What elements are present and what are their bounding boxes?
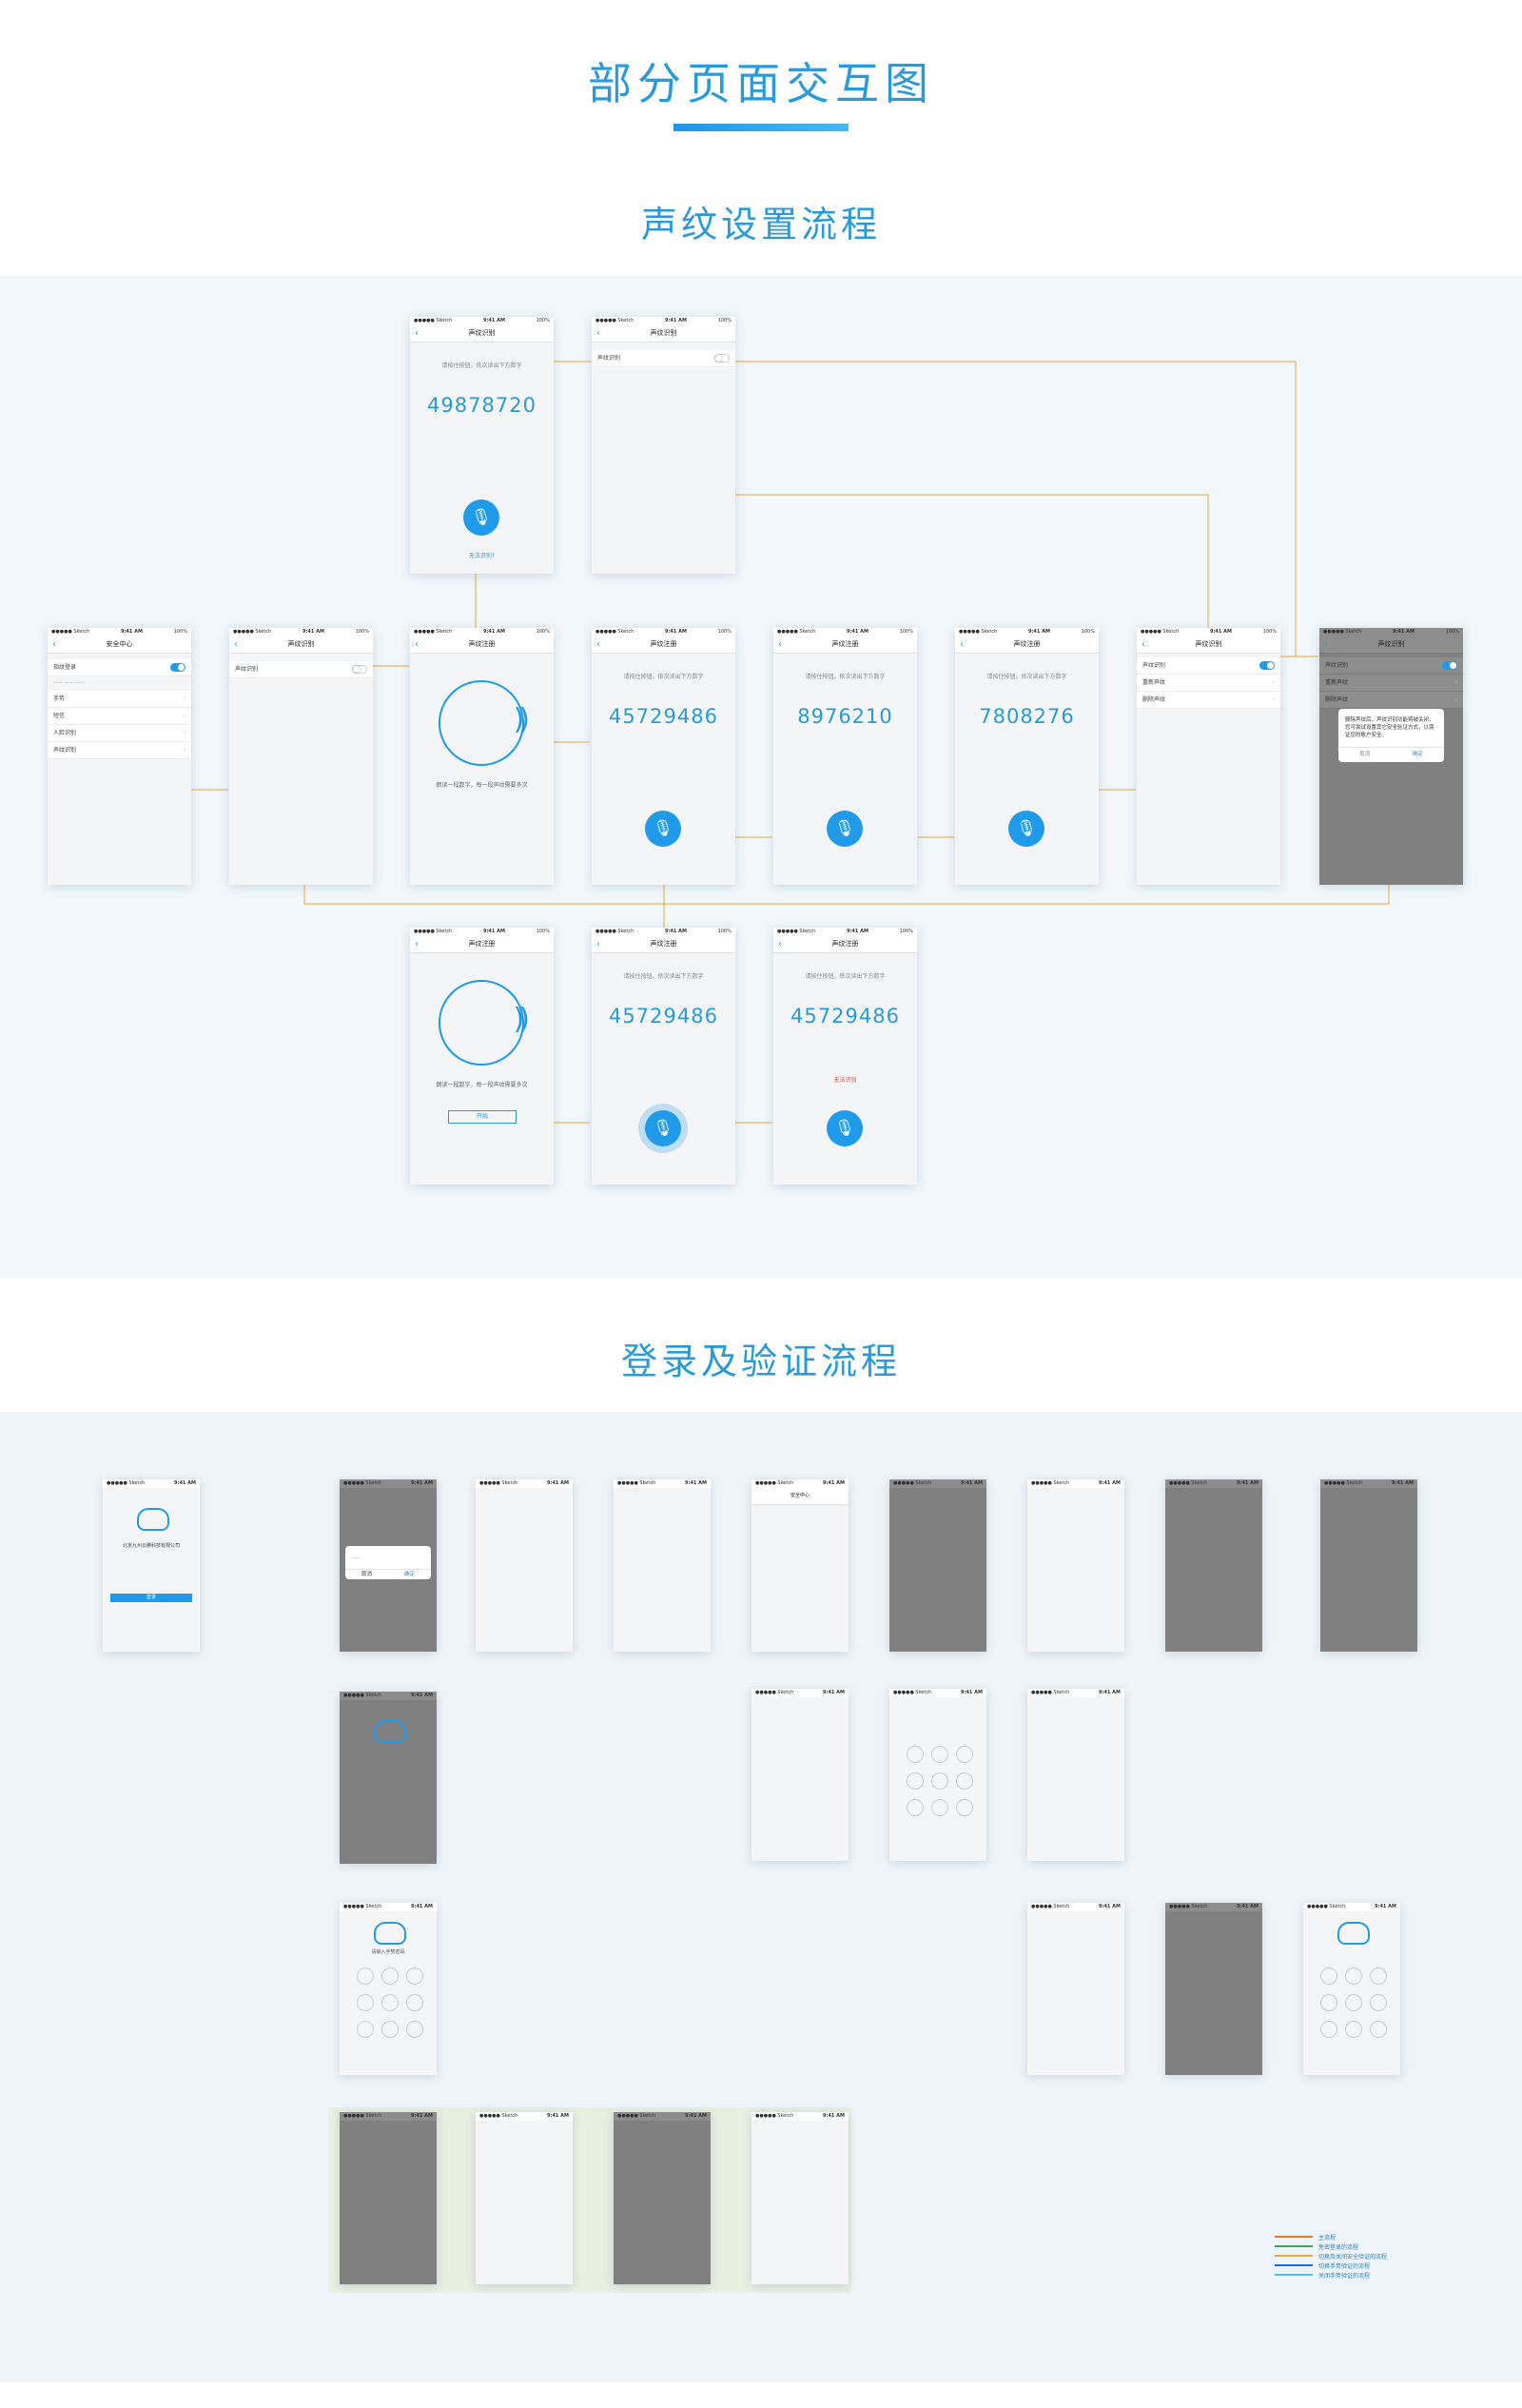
verify-code: 49878720 xyxy=(427,394,537,417)
face-voice-icon xyxy=(439,680,524,766)
screen-voice-start: ●●●●● Sketch9:41 AM100% ‹声纹注册 朗读一段数字，每一段… xyxy=(410,928,554,1184)
screen-sms-dialog: ●●●●● Sketch 9:41 AM xyxy=(614,2112,711,2284)
screen-register-1: ●●●●● Sketch 9:41 AM 100% ‹ 声纹注册 请按住按钮，依次读出… xyxy=(592,628,735,885)
screen-security-list-5: ●●●●● Sketch 9:41 AM xyxy=(751,2112,849,2284)
legend-item: 主流程 xyxy=(1275,2232,1387,2242)
screen-voice-toggle-off: ●●●●● Sketch 9:41 AM 100% ‹ 声纹识别 声纹识别 xyxy=(592,317,735,574)
back-icon[interactable]: ‹ xyxy=(415,325,419,342)
start-button[interactable]: 开始 xyxy=(448,1110,517,1124)
screen-fingerprint-dialog: ●●●●● Sketch 9:41 AM xyxy=(889,1479,986,1652)
screen-gesture-verify: ●●●●● Sketch 9:41 AM xyxy=(1303,1903,1400,2075)
screen-register-fail: ●●●●● Sketch 9:41 AM 100% ‹ 声纹注册 请按住按钮，依次读出… xyxy=(773,928,917,1184)
login-button[interactable]: 登录 xyxy=(110,1594,192,1602)
cancel-button[interactable]: 取消 xyxy=(1338,748,1392,762)
screen-app-home: ●●●●● Sketch 9:41 AM xyxy=(476,1479,573,1652)
screen-security-list-4: ●●●●● Sketch 9:41 AM xyxy=(476,2112,573,2284)
mic-icon[interactable]: 🎙 xyxy=(645,1110,681,1146)
screen-confirm-dialog-3: ●●●●● Sketch 9:41 AM xyxy=(1165,1903,1262,2075)
screen-profile: ●●●●● Sketch 9:41 AM xyxy=(614,1479,711,1652)
legend-item: 关闭手势验证的流程 xyxy=(1275,2270,1387,2280)
screen-gesture-draw: ●●●●● Sketch 9:41 AM xyxy=(889,1689,986,1861)
screen-security-center: ●●●●● Sketch 9:41 AM 100% ‹ 安全中心 指纹登录 —— ——… xyxy=(48,628,191,885)
screen-security-list-3: ●●●●● Sketch 9:41 AM xyxy=(1027,1903,1124,2075)
screen-gesture-on: ●●●●● Sketch 9:41 AM xyxy=(1027,1689,1124,1861)
mic-icon[interactable]: 🎙 xyxy=(827,1110,863,1146)
voice-toggle[interactable] xyxy=(714,354,730,362)
screen-login: ●●●●● Sketch 9:41 AM 北京九州云腾科技有限公司 登录 xyxy=(103,1479,200,1652)
section-title-login: 登录及验证流程 xyxy=(620,1341,901,1382)
screen-register-recording: ●●●●● Sketch 9:41 AM 100% ‹ 声纹注册 请按住按钮，依次读出… xyxy=(592,928,735,1184)
mic-icon[interactable]: 🎙 xyxy=(827,811,863,847)
screen-gesture-setting: ●●●●● Sketch 9:41 AM xyxy=(751,1689,849,1861)
screen-register-3: ●●●●● Sketch 9:41 AM 100% ‹ 声纹注册 请按住按钮，依次读出… xyxy=(955,628,1099,885)
screen-confirm-dialog-2: ●●●●● Sketch 9:41 AM xyxy=(1320,1479,1417,1652)
screen-gesture-login: ●●●●● Sketch 9:41 AM 请输入手势密码 xyxy=(340,1903,437,2075)
legend-item: 切换及关闭安全验证的流程 xyxy=(1275,2251,1387,2261)
screen-home-dialog-2: ●●●●● Sketch 9:41 AM xyxy=(340,2112,437,2284)
screen-voice-intro: ●●●●● Sketch9:41 AM100% ‹声纹注册 朗读一段数字，每一段… xyxy=(410,628,554,885)
legend: 主流程 免密登录的流程 切换及关闭安全验证的流程 切换手势验证的流程 关闭手势验… xyxy=(1275,2232,1387,2280)
confirm-button[interactable]: 确定 xyxy=(1392,748,1445,762)
screen-voice-off: ●●●●● Sketch 9:41 AM 100% ‹ 声纹识别 声纹识别 xyxy=(229,628,373,885)
screen-touchid: ●●●●● Sketch 9:41 AM xyxy=(340,1692,437,1864)
screen-confirm-dialog-1: ●●●●● Sketch 9:41 AM xyxy=(1165,1479,1262,1652)
retry-link[interactable]: 无法识别? xyxy=(410,551,554,559)
screen-voice-verify: ●●●●● Sketch 9:41 AM 100% ‹ 声纹识别 请按住按钮，依次读出… xyxy=(410,317,554,574)
screen-register-2: ●●●●● Sketch 9:41 AM 100% ‹ 声纹注册 请按住按钮，依次读出… xyxy=(773,628,917,885)
screen-voice-on: ●●●●● Sketch 9:41 AM 100% ‹ 声纹识别 声纹识别 重新声纹 ›… xyxy=(1137,628,1280,885)
delete-dialog: 删除声纹后，声纹识别功能将被关闭，您可尝试设置其它安全验证方式，以保证您的账户安… xyxy=(1338,709,1444,762)
screen-delete-dialog: ●●●●● Sketch 9:41 AM 100% ‹ 声纹识别 声纹识别 重新声纹 ›… xyxy=(1319,628,1463,885)
back-icon: ‹ xyxy=(596,328,600,339)
mic-icon[interactable]: 🎙 xyxy=(463,499,499,536)
screen-security-list: ●●●●● Sketch 9:41 AM 安全中心 xyxy=(751,1479,849,1652)
legend-item: 切换手势验证的流程 xyxy=(1275,2261,1387,2270)
face-voice-icon xyxy=(439,980,524,1066)
legend-item: 免密登录的流程 xyxy=(1275,2242,1387,2251)
screen-home-dialog: ●●●●● Sketch 9:41 AM …… 取消 确定 xyxy=(340,1479,437,1652)
mic-icon[interactable]: 🎙 xyxy=(1008,811,1044,847)
screen-security-list-2: ●●●●● Sketch 9:41 AM xyxy=(1027,1479,1124,1652)
mic-icon[interactable]: 🎙 xyxy=(645,811,681,847)
